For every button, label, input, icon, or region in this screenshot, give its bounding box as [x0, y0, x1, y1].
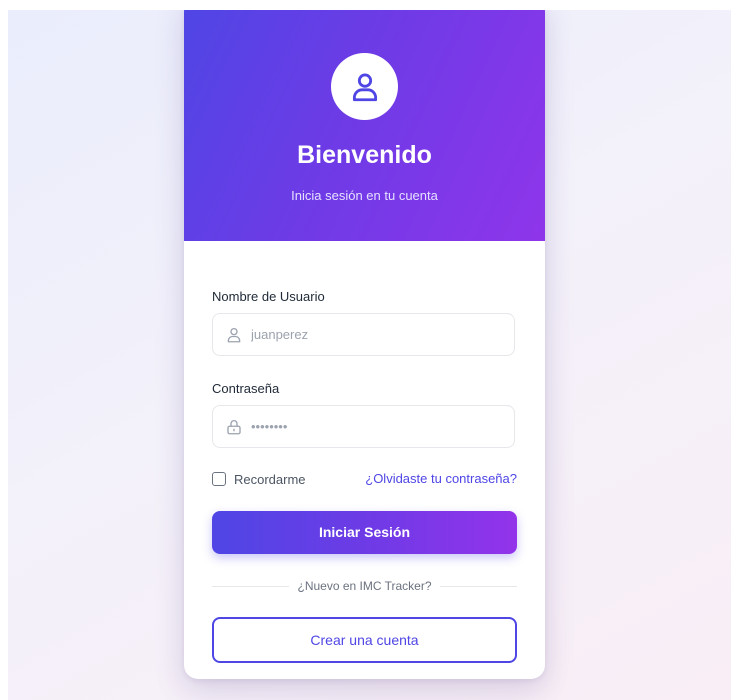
username-input[interactable]: [251, 314, 506, 355]
password-label: Contraseña: [212, 381, 280, 396]
page-subtitle: Inicia sesión en tu cuenta: [291, 188, 438, 203]
username-field[interactable]: [212, 313, 515, 356]
page-title: Bienvenido: [297, 141, 432, 169]
divider-text: ¿Nuevo en IMC Tracker?: [297, 579, 432, 593]
password-field[interactable]: [212, 405, 515, 448]
create-account-button[interactable]: Crear una cuenta: [212, 617, 517, 663]
divider: ¿Nuevo en IMC Tracker?: [212, 578, 518, 594]
remember-me[interactable]: Recordarme: [212, 471, 306, 487]
user-icon: [352, 73, 377, 101]
divider-line-left: [212, 585, 290, 587]
page-background: Bienvenido Inicia sesión en tu cuenta No…: [8, 10, 731, 700]
password-input[interactable]: [251, 406, 506, 447]
login-button[interactable]: Iniciar Sesión: [212, 511, 517, 554]
divider-line-right: [439, 585, 518, 587]
login-card: Bienvenido Inicia sesión en tu cuenta No…: [184, 10, 545, 679]
remember-label: Recordarme: [234, 471, 306, 487]
remember-checkbox[interactable]: [212, 472, 226, 486]
username-label: Nombre de Usuario: [212, 289, 325, 304]
card-header: Bienvenido Inicia sesión en tu cuenta: [184, 10, 545, 241]
user-icon: [227, 327, 241, 343]
avatar: [331, 53, 398, 120]
lock-icon: [227, 420, 241, 435]
forgot-password-link[interactable]: ¿Olvidaste tu contraseña?: [365, 471, 517, 486]
